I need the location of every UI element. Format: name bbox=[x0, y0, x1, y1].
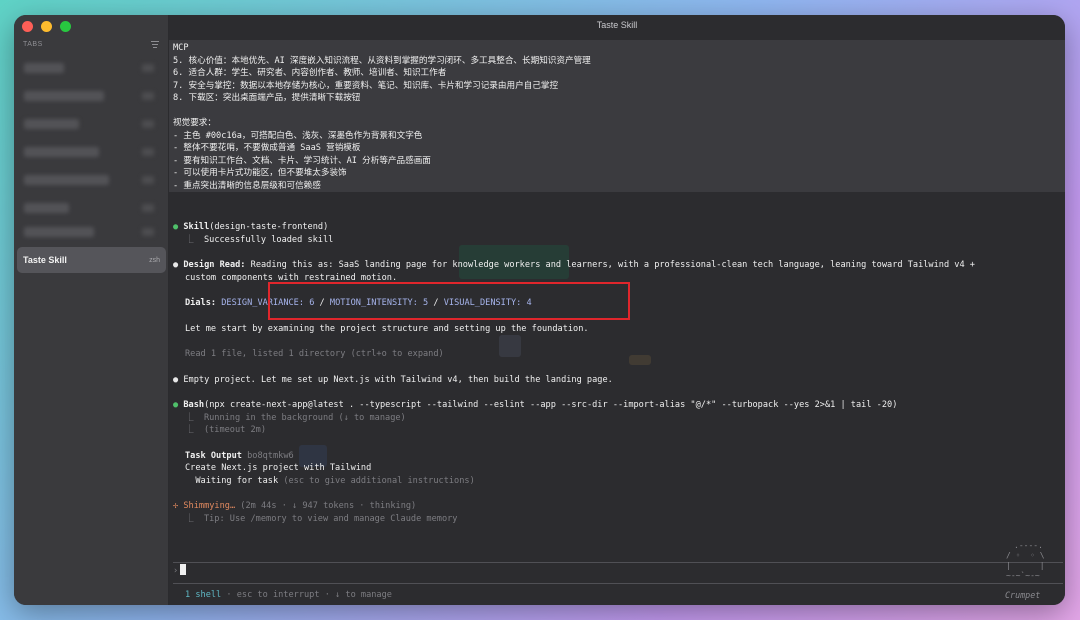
task-waiting-text: Waiting for task bbox=[185, 475, 279, 486]
prompt-line: 6. 适合人群：学生、研究者、内容创作者、教师、培训者、知识工作者 bbox=[173, 68, 447, 78]
read-summary[interactable]: Read 1 file, listed 1 directory (ctrl+o … bbox=[185, 349, 444, 359]
task-waiting-hint: (esc to give additional instructions) bbox=[278, 475, 475, 486]
blurred-tab-shell bbox=[142, 120, 154, 128]
mascot-line: | | bbox=[1006, 561, 1045, 570]
blurred-tab[interactable] bbox=[24, 119, 79, 129]
mascot-line: .----. bbox=[1014, 541, 1043, 550]
prompt-line: - 可以使用卡片式功能区，但不要堆太多装饰 bbox=[173, 168, 347, 178]
close-window-button[interactable] bbox=[22, 21, 33, 32]
skill-arg: (design-taste-frontend) bbox=[209, 222, 329, 232]
blurred-tab[interactable] bbox=[24, 63, 64, 73]
tabs-header: TABS bbox=[23, 41, 159, 48]
mascot-line: ~-~`~-~ bbox=[1006, 571, 1040, 580]
blurred-tab-shell bbox=[142, 64, 154, 72]
dials-label: Dials: bbox=[185, 298, 217, 308]
empty-project-entry: ● Empty project. Let me set up Next.js w… bbox=[173, 375, 613, 385]
input-divider-top bbox=[173, 562, 1063, 563]
prompt-line: MCP bbox=[173, 43, 189, 53]
blurred-tab-shell bbox=[142, 92, 154, 100]
blurred-tab[interactable] bbox=[24, 227, 94, 237]
status-bullet-icon: ● bbox=[173, 374, 179, 385]
bash-label: Bash bbox=[183, 400, 205, 410]
tree-branch-icon: ⎿ bbox=[185, 234, 194, 245]
filter-icon[interactable] bbox=[151, 41, 159, 48]
task-output-label: Task Output bbox=[185, 450, 242, 461]
prompt-line: - 要有知识工作台、文档、卡片、学习统计、AI 分析等产品感画面 bbox=[173, 155, 431, 166]
task-waiting-line: Waiting for task (esc to give additional… bbox=[185, 475, 475, 486]
prompt-input[interactable]: › bbox=[173, 564, 187, 576]
thinking-status: ✢ Shimmying… (2m 44s · ↓ 947 tokens · th… bbox=[173, 501, 416, 511]
task-output-header: Task Output bo8qtmkw6 bbox=[185, 451, 294, 461]
mascot-name: Crumpet bbox=[1005, 590, 1041, 600]
skill-result: ⎿ Successfully loaded skill bbox=[185, 235, 333, 245]
spinner-star-icon: ✢ bbox=[173, 501, 179, 511]
tab-label: Taste Skill bbox=[23, 255, 67, 265]
shell-count[interactable]: 1 shell bbox=[185, 590, 221, 600]
empty-project-text: Empty project. Let me set up Next.js wit… bbox=[183, 374, 613, 385]
design-read-label: Design Read: bbox=[183, 260, 246, 270]
window-controls bbox=[22, 21, 71, 32]
bash-status-line: ⎿ Running in the background (↓ to manage… bbox=[185, 412, 406, 423]
design-read-text: Reading this as: SaaS landing page for k… bbox=[245, 260, 975, 270]
bash-timeout-line: ⎿ (timeout 2m) bbox=[185, 425, 267, 435]
tabs-header-label: TABS bbox=[23, 41, 43, 48]
design-read-text-cont: custom components with restrained motion… bbox=[185, 272, 398, 283]
sidebar-tab-taste-skill[interactable]: Taste Skill zsh bbox=[17, 247, 166, 273]
background-ghost bbox=[629, 355, 651, 365]
blurred-tab-shell bbox=[142, 148, 154, 156]
input-prompt-symbol: › bbox=[173, 566, 179, 576]
tip-line: ⎿ Tip: Use /memory to view and manage Cl… bbox=[185, 513, 458, 524]
blurred-tab[interactable] bbox=[24, 91, 104, 101]
blurred-tab[interactable] bbox=[24, 147, 99, 157]
input-divider-bottom bbox=[173, 583, 1063, 584]
mascot-line: / ◦ ◦ \ bbox=[1006, 551, 1045, 560]
blurred-tab-shell bbox=[142, 176, 154, 184]
blurred-tab-shell bbox=[142, 228, 154, 236]
start-text: Let me start by examining the project st… bbox=[185, 323, 589, 334]
skill-result-text: Successfully loaded skill bbox=[203, 234, 334, 245]
terminal-pane: Taste Skill MCP 5. 核心价值：本地优先、AI 深度嵌入知识流程… bbox=[169, 15, 1065, 605]
terminal-output[interactable]: MCP 5. 核心价值：本地优先、AI 深度嵌入知识流程、从资料到掌握的学习闭环… bbox=[169, 35, 1065, 605]
status-bullet-icon: ● bbox=[173, 260, 179, 270]
tab-shell-name: zsh bbox=[149, 256, 160, 264]
minimize-window-button[interactable] bbox=[41, 21, 52, 32]
skill-entry: ● Skill(design-taste-frontend) bbox=[173, 222, 328, 232]
zoom-window-button[interactable] bbox=[60, 21, 71, 32]
prompt-line: 视觉要求： bbox=[173, 118, 216, 128]
tabs-sidebar: TABS Taste Skill zsh bbox=[14, 15, 169, 605]
blurred-tab[interactable] bbox=[24, 203, 69, 213]
task-id: bo8qtmkw6 bbox=[241, 450, 294, 461]
prompt-line: - 整体不要花哨，不要做成普通 SaaS 营销模板 bbox=[173, 143, 361, 153]
bash-command: (npx create-next-app@latest . --typescri… bbox=[204, 400, 898, 410]
footer-status: 1 shell · esc to interrupt · ↓ to manage bbox=[185, 590, 392, 600]
prompt-line: 8. 下载区：突出桌面端产品，提供清晰下载按钮 bbox=[173, 93, 361, 103]
task-description: Create Next.js project with Tailwind bbox=[185, 463, 372, 473]
background-ghost bbox=[499, 335, 521, 357]
text-cursor bbox=[180, 564, 187, 575]
design-read-entry: ● Design Read: Reading this as: SaaS lan… bbox=[173, 260, 975, 270]
bash-entry: ● Bash(npx create-next-app@latest . --ty… bbox=[173, 400, 897, 410]
blurred-tab-shell bbox=[142, 204, 154, 212]
prompt-line: 7. 安全与掌控：数据以本地存储为核心，重要资料、笔记、知识库、卡片和学习记录由… bbox=[173, 80, 559, 91]
status-bullet-icon: ● bbox=[173, 400, 179, 410]
prompt-line: 5. 核心价值：本地优先、AI 深度嵌入知识流程、从资料到掌握的学习闭环、多工具… bbox=[173, 55, 591, 66]
footer-hint: · esc to interrupt · ↓ to manage bbox=[221, 590, 392, 600]
status-detail: (2m 44s · ↓ 947 tokens · thinking) bbox=[235, 501, 417, 511]
status-bullet-icon: ● bbox=[173, 222, 179, 232]
terminal-window: TABS Taste Skill zsh Taste Skill MCP 5. … bbox=[14, 15, 1065, 605]
status-word: Shimmying… bbox=[183, 501, 236, 511]
skill-name: Skill bbox=[183, 222, 210, 232]
dials-highlight-box bbox=[268, 282, 630, 320]
window-title: Taste Skill bbox=[596, 20, 638, 30]
prompt-line: - 重点突出清晰的信息层级和可信赖感 bbox=[173, 180, 321, 191]
blurred-tab[interactable] bbox=[24, 175, 109, 185]
prompt-line: - 主色 #00c16a，可搭配白色、浅灰、深墨色作为背景和文字色 bbox=[173, 130, 423, 141]
